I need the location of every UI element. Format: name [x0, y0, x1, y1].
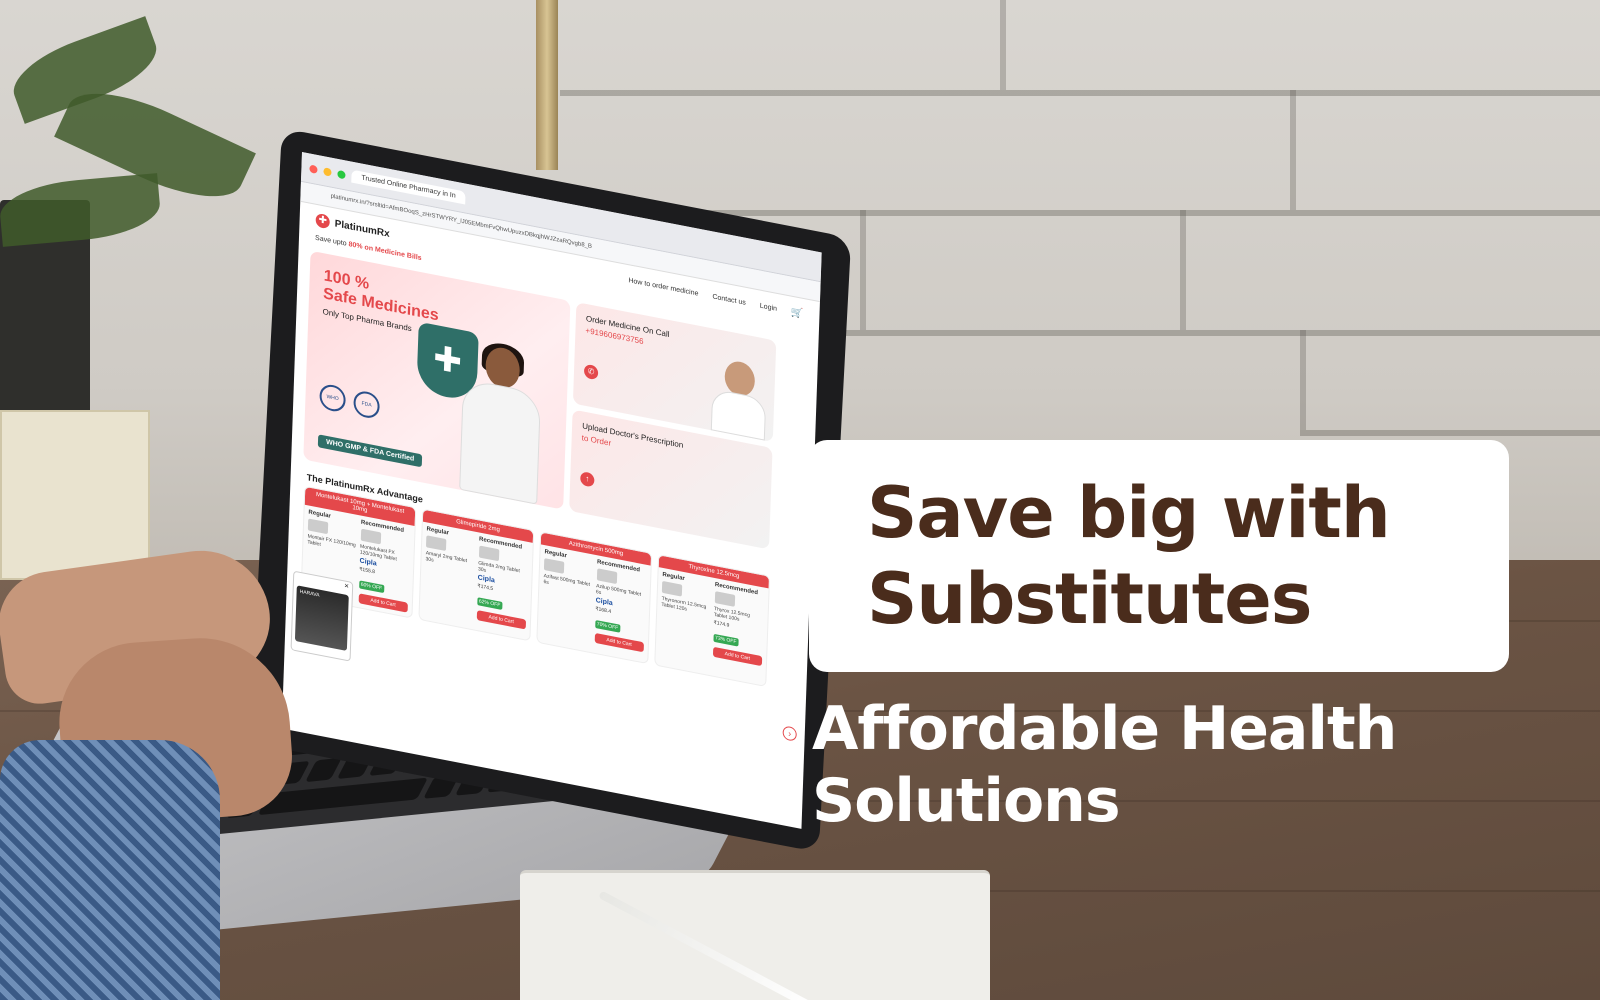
- close-icon[interactable]: ✕: [344, 582, 349, 590]
- add-to-cart-button[interactable]: Add to Cart: [712, 646, 763, 667]
- medicine-pack-icon: [596, 568, 617, 584]
- discount-badge: 70% OFF: [594, 619, 621, 633]
- logo-icon: ✚: [315, 212, 330, 230]
- add-to-cart-button[interactable]: Add to Cart: [594, 632, 644, 653]
- discount-badge: 62% OFF: [476, 597, 503, 610]
- laptop-screen: Trusted Online Pharmacy in In platinumrx…: [281, 152, 822, 829]
- fda-seal-icon: FDA: [353, 389, 381, 421]
- add-to-cart-button[interactable]: Add to Cart: [358, 593, 408, 613]
- subheadline-line-1: Affordable Health: [812, 694, 1397, 764]
- nav-login[interactable]: Login: [760, 302, 777, 312]
- nav-contact-us[interactable]: Contact us: [712, 293, 746, 306]
- medicine-pack-icon: [360, 528, 381, 545]
- logo-text: PlatinumRx: [334, 217, 390, 240]
- headline-line-1: Save big with: [867, 472, 1391, 554]
- cart-icon[interactable]: 🛒: [791, 306, 804, 319]
- medicine-pack-icon: [478, 545, 499, 562]
- nav-how-to-order[interactable]: How to order medicine: [628, 277, 698, 297]
- upload-icon[interactable]: ↑: [580, 471, 595, 488]
- add-to-cart-button[interactable]: Add to Cart: [476, 610, 527, 630]
- doctor-illustration: [453, 339, 548, 505]
- regular-name: Thyronorm 12.5mcg Tablet 120s: [661, 595, 707, 613]
- regular-name: Amaryl 2mg Tablet 30s: [425, 550, 468, 565]
- discount-badge: 60% OFF: [358, 580, 385, 594]
- book-stack: [0, 410, 150, 580]
- man-on-phone-illustration: [707, 350, 770, 441]
- checkered-sleeve: [0, 740, 220, 1000]
- medicine-pack-icon: [543, 558, 565, 574]
- chevron-right-icon[interactable]: ›: [782, 725, 797, 742]
- who-seal-icon: WHO: [319, 382, 347, 414]
- window-maximize-dot[interactable]: [337, 169, 346, 179]
- phone-icon[interactable]: ✆: [583, 363, 599, 381]
- certification-badge: WHO GMP & FDA Certified: [317, 434, 423, 468]
- headline-card: Save big with Substitutes: [809, 440, 1509, 672]
- discount-badge: 73% OFF: [712, 633, 739, 647]
- window-close-dot[interactable]: [309, 163, 318, 174]
- lamp-pole: [536, 0, 558, 170]
- product-card[interactable]: Azithromycin 500mg Regular Azifast 500mg…: [536, 531, 653, 665]
- subheadline-line-2: Solutions: [812, 766, 1121, 836]
- popup-widget[interactable]: ✕ HARAVA: [290, 570, 354, 662]
- hero-cards: Order Medicine On Call +919606973756 ✆ U…: [569, 302, 777, 550]
- medicine-pack-icon: [307, 518, 329, 535]
- product-card[interactable]: Thyroxine 12.5mcg Regular Thyronorm 12.5…: [654, 554, 771, 687]
- popup-image: HARAVA: [294, 585, 349, 651]
- product-card[interactable]: Glimepiride 2mg Regular Amaryl 2mg Table…: [418, 508, 535, 642]
- regular-name: Montair FX 120/10mg Tablet: [307, 533, 356, 549]
- regular-name: Azifast 500mg Tablet 6s: [543, 572, 591, 588]
- medicine-pack-icon: [714, 590, 735, 607]
- window-minimize-dot[interactable]: [323, 166, 332, 177]
- medicine-pack-icon: [425, 535, 447, 552]
- medicine-pack-icon: [661, 580, 683, 597]
- headline-line-2: Substitutes: [867, 558, 1312, 640]
